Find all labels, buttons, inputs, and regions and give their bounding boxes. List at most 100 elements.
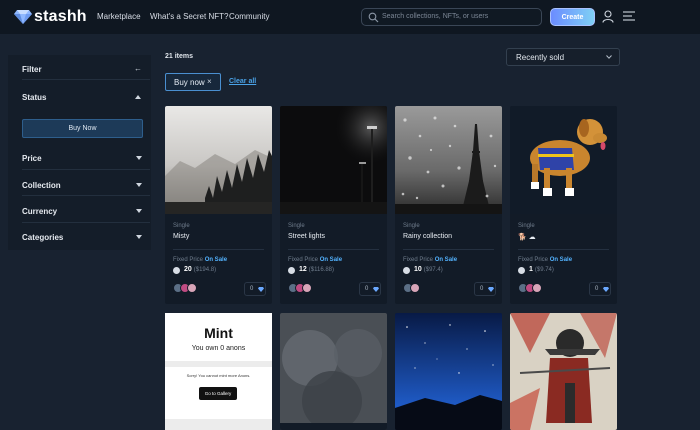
search-input[interactable]: Search collections, NFTs, or users: [361, 8, 542, 26]
sort-dropdown[interactable]: Recently sold: [506, 48, 620, 66]
pricing-line: Fixed Price On Sale: [173, 257, 227, 263]
nft-type: Single: [173, 223, 190, 229]
sale-status: On Sale: [549, 257, 573, 263]
like-count: 0: [595, 286, 599, 292]
price-value: 1 ($9.74): [529, 266, 554, 273]
token-price: 10: [414, 266, 422, 273]
categories-section-label[interactable]: Categories: [22, 233, 63, 242]
token-coin-icon: [173, 267, 180, 274]
dog-image: [510, 106, 617, 214]
price-value: 10 ($97.4): [414, 266, 443, 273]
menu-icon[interactable]: [623, 11, 635, 21]
mint-owned-count: You own 0 anons: [191, 345, 246, 352]
nft-type: Single: [518, 223, 535, 229]
gem-icon: [603, 287, 609, 292]
divider: [22, 169, 150, 170]
search-icon: [368, 12, 379, 23]
divider: [173, 249, 264, 250]
divider: [518, 249, 609, 250]
nft-name[interactable]: Misty: [173, 233, 189, 240]
like-button[interactable]: 0: [474, 282, 496, 296]
samurai-art-image[interactable]: [510, 313, 617, 430]
user-icon[interactable]: [602, 10, 614, 23]
nft-thumbnail[interactable]: [510, 106, 617, 214]
usd-price: ($194.8): [193, 267, 217, 273]
night-sky-image[interactable]: [395, 313, 502, 430]
nft-card[interactable]: [395, 313, 502, 430]
like-button[interactable]: 0: [589, 282, 611, 296]
usd-price: ($97.4): [423, 267, 443, 273]
divider: [403, 249, 494, 250]
pricing-type: Fixed Price: [173, 257, 204, 263]
avatar[interactable]: [302, 283, 312, 293]
nav-community[interactable]: Community: [229, 12, 269, 21]
owner-avatars: [173, 283, 203, 294]
nft-card[interactable]: Single 🐕 ☁ Fixed Price On Sale 1 ($9.74)…: [510, 106, 617, 304]
gem-icon: [373, 287, 379, 292]
collapse-arrow-icon[interactable]: ←: [134, 64, 142, 73]
active-filter-chip[interactable]: Buy now ×: [165, 73, 221, 91]
stashh-logo-icon[interactable]: [14, 9, 32, 25]
nft-name[interactable]: 🐕 ☁: [518, 233, 536, 241]
nft-card[interactable]: Single Rainy collection Fixed Price On S…: [395, 106, 502, 304]
buy-now-filter-button[interactable]: Buy Now: [22, 119, 143, 138]
gem-icon: [258, 287, 264, 292]
nav-secret-nft[interactable]: What's a Secret NFT?: [150, 12, 228, 21]
like-button[interactable]: 0: [359, 282, 381, 296]
chevron-up-icon[interactable]: [135, 95, 141, 99]
nav-marketplace[interactable]: Marketplace: [97, 12, 141, 21]
token-price: 1: [529, 266, 533, 273]
owner-avatars: [288, 283, 318, 294]
close-icon[interactable]: ×: [207, 77, 212, 86]
divider: [22, 79, 150, 80]
chevron-down-icon[interactable]: [136, 235, 142, 239]
nft-name[interactable]: Rainy collection: [403, 233, 452, 240]
brand-name[interactable]: stashh: [34, 8, 87, 26]
mint-card[interactable]: Mint You own 0 anons Sorry! You cannot m…: [165, 313, 272, 430]
misty-forest-image: [165, 106, 272, 214]
chevron-down-icon[interactable]: [136, 156, 142, 160]
nft-card[interactable]: Single Misty Fixed Price On Sale 20 ($19…: [165, 106, 272, 304]
nft-type: Single: [288, 223, 305, 229]
clear-all-link[interactable]: Clear all: [229, 78, 256, 85]
mint-title: Mint: [204, 325, 233, 341]
token-coin-icon: [518, 267, 525, 274]
blurred-nft-image[interactable]: [280, 313, 387, 430]
items-count: 21 items: [165, 53, 194, 60]
token-price: 20: [184, 266, 192, 273]
nft-thumbnail[interactable]: [280, 106, 387, 214]
nft-card[interactable]: Single Street lights Fixed Price On Sale…: [280, 106, 387, 304]
pricing-type: Fixed Price: [403, 257, 434, 263]
owner-avatars: [518, 283, 548, 294]
avatar[interactable]: [187, 283, 197, 293]
price-section-label[interactable]: Price: [22, 154, 42, 163]
chevron-down-icon[interactable]: [136, 183, 142, 187]
search-placeholder: Search collections, NFTs, or users: [382, 13, 489, 20]
gem-icon: [488, 287, 494, 292]
like-count: 0: [480, 286, 484, 292]
divider: [22, 195, 150, 196]
pricing-type: Fixed Price: [288, 257, 319, 263]
currency-section-label[interactable]: Currency: [22, 207, 57, 216]
nft-name[interactable]: Street lights: [288, 233, 325, 240]
like-button[interactable]: 0: [244, 282, 266, 296]
avatar[interactable]: [410, 283, 420, 293]
collection-section-label[interactable]: Collection: [22, 181, 61, 190]
sale-status: On Sale: [319, 257, 343, 263]
nft-card[interactable]: [510, 313, 617, 430]
status-section-label[interactable]: Status: [22, 93, 46, 102]
like-count: 0: [250, 286, 254, 292]
nft-card[interactable]: [280, 313, 387, 430]
mint-message: Sorry! You cannot mint more Anons.: [186, 373, 251, 378]
nft-thumbnail[interactable]: [395, 106, 502, 214]
nft-thumbnail[interactable]: [165, 106, 272, 214]
chevron-down-icon[interactable]: [136, 209, 142, 213]
create-button[interactable]: Create: [550, 8, 595, 26]
go-to-gallery-button[interactable]: Go to Gallery: [199, 387, 237, 400]
nft-type: Single: [403, 223, 420, 229]
top-bar: stashh Marketplace What's a Secret NFT? …: [0, 0, 700, 34]
avatar[interactable]: [532, 283, 542, 293]
price-value: 12 ($116.88): [299, 266, 334, 273]
mint-footer: [165, 419, 272, 430]
token-price: 12: [299, 266, 307, 273]
